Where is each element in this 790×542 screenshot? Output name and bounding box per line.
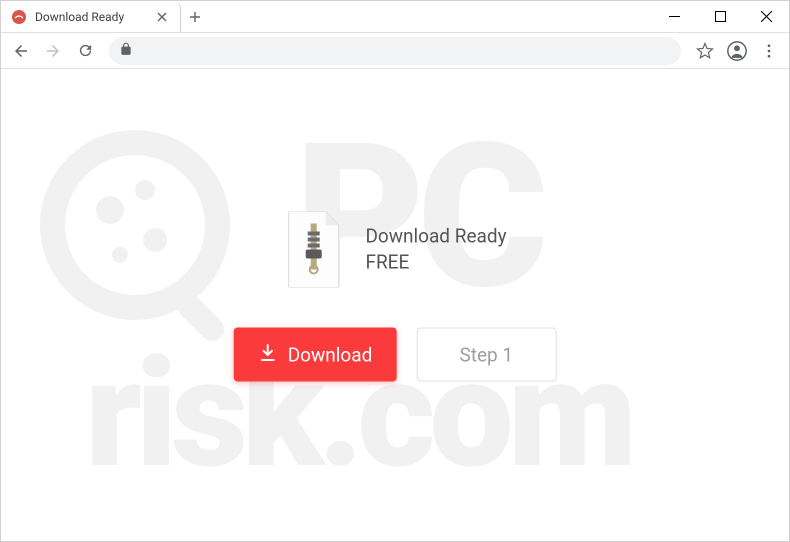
main-content: Download Ready FREE Download Step 1 — [234, 212, 557, 382]
tab-close-icon[interactable] — [154, 9, 170, 25]
profile-avatar-icon[interactable] — [723, 37, 751, 65]
zip-file-icon — [283, 212, 343, 288]
button-row: Download Step 1 — [234, 328, 557, 382]
file-line1: Download Ready — [365, 224, 506, 250]
file-description: Download Ready FREE — [365, 224, 506, 275]
back-button[interactable] — [7, 37, 35, 65]
minimize-button[interactable] — [651, 1, 697, 33]
download-button-label: Download — [288, 343, 373, 366]
url-input[interactable] — [109, 37, 681, 65]
window-titlebar: Download Ready — [1, 1, 789, 33]
tab-title: Download Ready — [35, 10, 146, 24]
page-content: PC risk.com Download Rea — [1, 69, 789, 541]
window-controls — [651, 1, 789, 32]
file-line2: FREE — [365, 250, 506, 276]
browser-tab[interactable]: Download Ready — [1, 1, 181, 32]
download-arrow-icon — [258, 342, 278, 367]
step-button[interactable]: Step 1 — [416, 328, 556, 382]
download-button[interactable]: Download — [234, 328, 397, 382]
titlebar-spacer — [209, 1, 651, 32]
maximize-button[interactable] — [697, 1, 743, 33]
new-tab-button[interactable] — [181, 1, 209, 32]
bookmark-star-icon[interactable] — [691, 37, 719, 65]
kebab-menu-icon[interactable] — [755, 37, 783, 65]
tab-favicon-icon — [11, 9, 27, 25]
forward-button[interactable] — [39, 37, 67, 65]
step-button-label: Step 1 — [459, 343, 513, 366]
lock-icon — [119, 41, 133, 60]
file-info-row: Download Ready FREE — [234, 212, 557, 288]
reload-button[interactable] — [71, 37, 99, 65]
address-bar — [1, 33, 789, 69]
close-button[interactable] — [743, 1, 789, 33]
